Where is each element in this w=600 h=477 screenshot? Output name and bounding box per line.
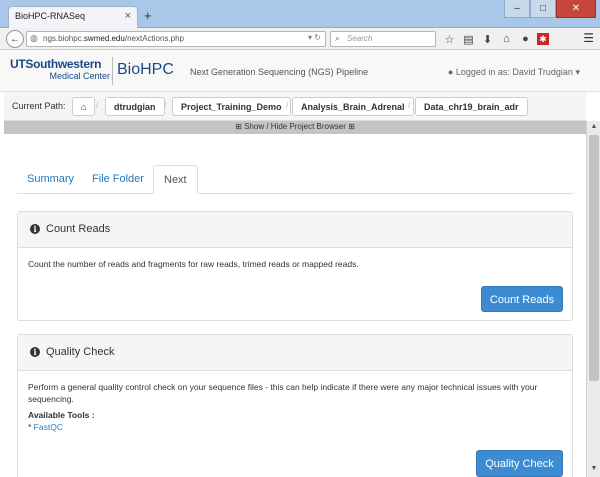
breadcrumb-separator: / <box>286 100 289 110</box>
home-icon[interactable]: ⌂ <box>499 31 514 47</box>
url-bar[interactable]: ◍ ngs.biohpc.swmed.edu/nextActions.php ▾… <box>26 31 326 47</box>
home-icon: ⌂ <box>81 102 87 112</box>
reading-list-icon[interactable]: ▤ <box>461 31 476 47</box>
breadcrumb-item-analysis[interactable]: Analysis_Brain_Adrenal <box>292 97 414 116</box>
panel-heading: i Quality Check <box>18 335 572 371</box>
logo-bottom-text: Medical Center <box>49 71 110 81</box>
panel-title: Count Reads <box>46 223 111 235</box>
browser-titlebar: BioHPC-RNASeq × + – □ ✕ <box>0 0 600 28</box>
breadcrumb-item-user[interactable]: dtrudgian <box>105 97 165 116</box>
panel-body: Count the number of reads and fragments … <box>28 259 359 269</box>
browser-toolbar: ☆ ▤ ⬇ ⌂ ● ✱ <box>442 31 549 47</box>
maximize-button[interactable]: □ <box>530 0 556 18</box>
tool-link-fastqc[interactable]: FastQC <box>34 422 63 432</box>
close-window-button[interactable]: ✕ <box>556 0 596 18</box>
breadcrumb-label: Current Path: <box>12 101 66 111</box>
quality-check-panel: i Quality Check Perform a general quality… <box>17 334 573 477</box>
expand-icon: ⊞ <box>235 122 242 131</box>
available-tools-heading: Available Tools : <box>28 410 95 420</box>
scroll-down-arrow-icon[interactable]: ▼ <box>588 465 600 475</box>
pipeline-title: Next Generation Sequencing (NGS) Pipelin… <box>190 67 369 77</box>
scroll-thumb[interactable] <box>589 135 599 381</box>
download-icon[interactable]: ⬇ <box>480 31 495 47</box>
quality-check-button[interactable]: Quality Check <box>476 450 563 477</box>
caret-down-icon: ▾ <box>575 67 580 77</box>
new-tab-icon[interactable]: + <box>144 8 152 23</box>
bookmark-star-icon[interactable]: ☆ <box>442 31 457 47</box>
breadcrumb-item-project[interactable]: Project_Training_Demo <box>172 97 291 116</box>
window-controls: – □ ✕ <box>504 0 596 18</box>
tab-file-folder[interactable]: File Folder <box>82 165 154 194</box>
reload-icon[interactable]: ▾ ↻ <box>308 33 321 42</box>
chat-icon[interactable]: ● <box>518 31 533 47</box>
panel-description: Perform a general quality control check … <box>28 382 538 404</box>
tab-next[interactable]: Next <box>153 165 198 194</box>
logo-divider <box>112 57 113 85</box>
count-reads-panel: i Count Reads Count the number of reads a… <box>17 211 573 321</box>
panel-heading: i Count Reads <box>18 212 572 248</box>
url-prefix: ngs.biohpc. <box>43 34 84 43</box>
browser-navbar: ← ◍ ngs.biohpc.swmed.edu/nextActions.php… <box>0 28 600 50</box>
minimize-button[interactable]: – <box>504 0 530 18</box>
tab-summary[interactable]: Summary <box>17 165 84 194</box>
brand-title[interactable]: BioHPC <box>117 61 174 79</box>
page-scrollbar[interactable]: ▲ ▼ <box>586 121 600 477</box>
url-path: /nextActions.php <box>124 34 184 43</box>
expand-icon: ⊞ <box>348 122 355 131</box>
close-tab-icon[interactable]: × <box>125 10 131 22</box>
breadcrumb-separator: / <box>164 100 167 110</box>
breadcrumb-item-data[interactable]: Data_chr19_brain_adr <box>415 97 528 116</box>
search-placeholder: Search <box>347 34 373 43</box>
utsw-logo[interactable]: UTSouthwestern Medical Center <box>10 57 112 87</box>
url-host: swmed.edu <box>83 34 125 43</box>
tool-list-item: * FastQC <box>28 422 63 432</box>
search-icon: ⌕ <box>335 33 341 43</box>
scroll-up-arrow-icon[interactable]: ▲ <box>588 123 600 133</box>
globe-icon: ◍ <box>30 33 38 43</box>
hamburger-menu-icon[interactable]: ☰ <box>583 31 594 45</box>
breadcrumb: Current Path: ⌂ / dtrudgian / Project_Tr… <box>4 92 586 121</box>
panel-title: Quality Check <box>46 346 115 358</box>
browser-tab-title: BioHPC-RNASeq <box>15 11 86 21</box>
addon-icon[interactable]: ✱ <box>537 33 549 45</box>
user-menu[interactable]: ● Logged in as: David Trudgian ▾ <box>448 67 580 78</box>
info-icon: i <box>30 347 40 357</box>
breadcrumb-separator: / <box>408 100 411 110</box>
count-reads-button[interactable]: Count Reads <box>481 286 563 312</box>
site-header: UTSouthwestern Medical Center BioHPC Nex… <box>0 50 600 92</box>
info-icon: i <box>30 224 40 234</box>
panel-body: Perform a general quality control check … <box>18 371 572 443</box>
user-text: Logged in as: David Trudgian <box>455 67 573 77</box>
breadcrumb-home[interactable]: ⌂ <box>72 97 96 116</box>
project-browser-toggle[interactable]: ⊞ Show / Hide Project Browser ⊞ <box>4 121 586 134</box>
user-icon: ● <box>447 67 454 77</box>
logo-top-text: UTSouthwestern <box>10 57 102 71</box>
content-tabs: Summary File Folder Next <box>17 165 573 194</box>
breadcrumb-separator: / <box>96 100 99 110</box>
browser-tab[interactable]: BioHPC-RNASeq × <box>8 6 138 28</box>
back-arrow-icon[interactable]: ← <box>6 30 24 48</box>
search-input[interactable]: ⌕ Search <box>330 31 436 47</box>
toggle-label: Show / Hide Project Browser <box>244 122 346 131</box>
